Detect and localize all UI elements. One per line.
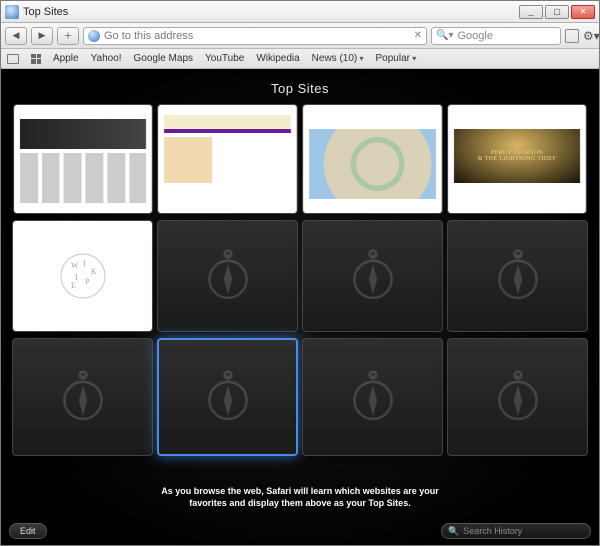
nav-toolbar: ◀ ▶ ＋ Go to this address ✕ 🔍▾ Google ⚙▾ [1, 23, 599, 49]
history-search-field[interactable]: 🔍 Search History [441, 523, 591, 539]
maximize-button[interactable]: ▢ [545, 5, 569, 19]
compass-icon [491, 370, 545, 424]
page-title: Top Sites [1, 69, 599, 104]
grid-icon [31, 54, 41, 64]
tile-youtube[interactable] [447, 104, 587, 214]
compass-icon [491, 249, 545, 303]
svg-text:E: E [71, 281, 76, 290]
hint-text: As you browse the web, Safari will learn… [1, 485, 599, 509]
tile-empty-3[interactable] [447, 220, 588, 332]
address-placeholder: Go to this address [104, 30, 193, 42]
history-search-placeholder: Search History [463, 526, 522, 536]
compass-icon [346, 249, 400, 303]
tile-empty-2[interactable] [302, 220, 443, 332]
minimize-button[interactable]: _ [519, 5, 543, 19]
tile-google-maps[interactable] [302, 104, 443, 214]
svg-text:K: K [91, 267, 97, 276]
tile-empty-4[interactable] [12, 338, 153, 456]
safari-icon [5, 5, 19, 19]
thumb-yahoo [158, 105, 297, 213]
thumb-youtube [448, 105, 586, 213]
topsites-button[interactable] [31, 54, 41, 64]
tile-empty-1[interactable] [157, 220, 298, 332]
bookmark-google-maps[interactable]: Google Maps [134, 53, 193, 64]
tile-empty-6[interactable] [302, 338, 443, 456]
svg-text:P: P [85, 277, 90, 286]
book-icon [7, 54, 19, 64]
show-bookmarks-button[interactable] [7, 54, 19, 64]
tile-empty-7[interactable] [447, 338, 588, 456]
bookmarks-bar: Apple Yahoo! Google Maps YouTube Wikiped… [1, 49, 599, 69]
svg-text:W: W [71, 261, 79, 270]
thumb-wikipedia: WI KI PE [13, 221, 152, 331]
search-field[interactable]: 🔍▾ Google [431, 27, 561, 45]
globe-icon [88, 30, 100, 42]
window-title: Top Sites [23, 6, 68, 18]
tile-wikipedia[interactable]: WI KI PE [12, 220, 153, 332]
address-bar[interactable]: Go to this address ✕ [83, 27, 427, 45]
search-engine-label: Google [457, 30, 492, 42]
titlebar: Top Sites _ ▢ ✕ [1, 1, 599, 23]
bookmark-youtube[interactable]: YouTube [205, 53, 244, 64]
grid-row-2: WI KI PE [7, 220, 593, 332]
topsites-view: Top Sites WI KI PE [1, 69, 599, 545]
search-icon: 🔍▾ [436, 30, 453, 41]
close-button[interactable]: ✕ [571, 5, 595, 19]
grid-row-1 [7, 104, 593, 214]
bookmark-popular[interactable]: Popular [376, 53, 417, 64]
new-page-button[interactable] [565, 29, 579, 43]
thumb-google-maps [303, 105, 442, 213]
topsites-footer: Edit 🔍 Search History [1, 523, 599, 539]
tile-apple[interactable] [13, 104, 153, 214]
svg-text:I: I [83, 259, 86, 268]
stop-reload-button[interactable]: ✕ [414, 30, 422, 41]
compass-icon [201, 370, 255, 424]
gear-icon[interactable]: ⚙▾ [583, 30, 595, 42]
compass-icon [201, 249, 255, 303]
browser-window: Top Sites _ ▢ ✕ ◀ ▶ ＋ Go to this address… [0, 0, 600, 546]
bookmark-apple[interactable]: Apple [53, 53, 79, 64]
forward-button[interactable]: ▶ [31, 27, 53, 45]
compass-icon [346, 370, 400, 424]
back-button[interactable]: ◀ [5, 27, 27, 45]
search-icon: 🔍 [448, 526, 459, 537]
bookmark-wikipedia[interactable]: Wikipedia [256, 53, 299, 64]
bookmark-yahoo[interactable]: Yahoo! [91, 53, 122, 64]
edit-button[interactable]: Edit [9, 523, 47, 539]
bookmark-news[interactable]: News (10) [312, 53, 364, 64]
topsites-grid: WI KI PE [1, 104, 599, 456]
grid-row-3 [7, 338, 593, 456]
tile-empty-5-selected[interactable] [157, 338, 298, 456]
add-bookmark-button[interactable]: ＋ [57, 27, 79, 45]
compass-icon [56, 370, 110, 424]
thumb-apple [14, 105, 152, 213]
wikipedia-globe-icon: WI KI PE [53, 246, 113, 306]
tile-yahoo[interactable] [157, 104, 298, 214]
